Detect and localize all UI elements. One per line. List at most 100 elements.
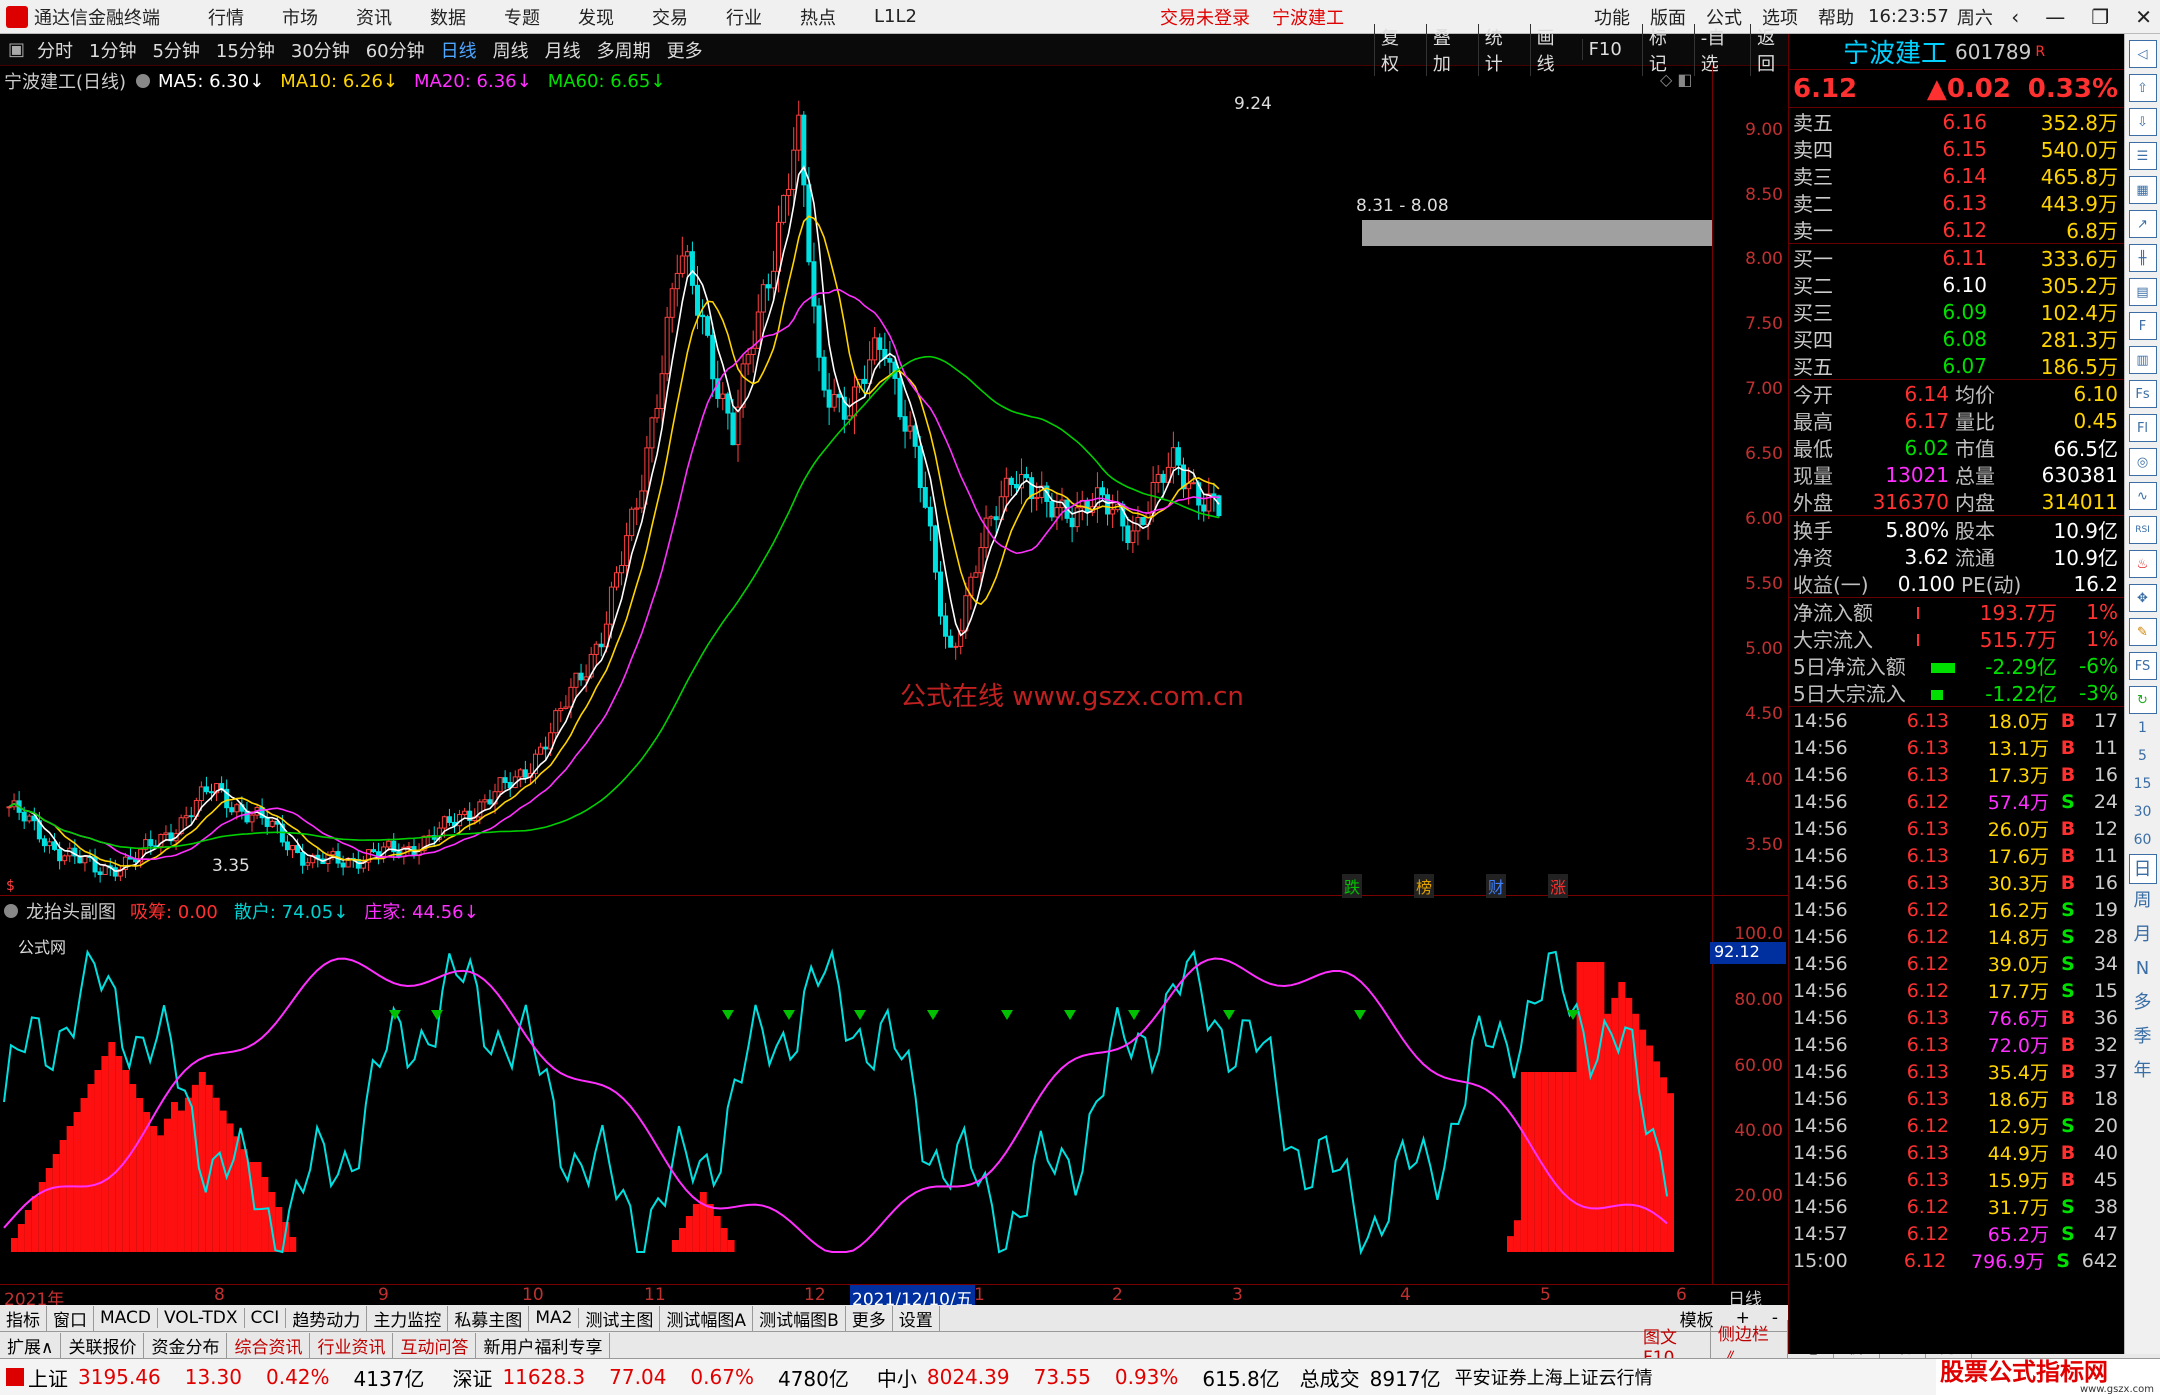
candle-body[interactable]	[836, 393, 842, 398]
candle-body[interactable]	[1175, 447, 1181, 466]
kline-plot-area[interactable]	[0, 90, 1712, 896]
candle-body[interactable]	[330, 851, 336, 856]
candle-body[interactable]	[902, 416, 908, 432]
candle-body[interactable]	[608, 586, 614, 625]
candle-body[interactable]	[1013, 484, 1019, 489]
candle-body[interactable]	[760, 284, 766, 313]
candle-body[interactable]	[872, 337, 878, 361]
tab-gengduo[interactable]: 更多	[846, 1305, 893, 1331]
candle-body[interactable]	[917, 445, 923, 489]
restore-icon[interactable]: ❐	[2091, 5, 2109, 29]
candle-body[interactable]	[1069, 517, 1075, 528]
candle-body[interactable]	[264, 817, 270, 827]
candle-body[interactable]	[634, 507, 640, 510]
layout-toggle-icon[interactable]: ▣	[8, 39, 25, 60]
candle-body[interactable]	[290, 845, 295, 851]
candle-body[interactable]	[922, 487, 928, 508]
candle-body[interactable]	[1130, 530, 1136, 544]
period-60min[interactable]: 60分钟	[366, 37, 425, 63]
candle-body[interactable]	[639, 490, 645, 509]
period-30min[interactable]: 30分钟	[291, 37, 350, 63]
tab-chuangkou[interactable]: 窗口	[47, 1305, 94, 1331]
candle-body[interactable]	[371, 849, 376, 853]
candle-body[interactable]	[198, 786, 204, 802]
arrow-down-icon[interactable]: ⇩	[2128, 108, 2157, 136]
candle-body[interactable]	[62, 855, 68, 862]
candle-body[interactable]	[765, 284, 771, 289]
tab-zhibiao[interactable]: 指标	[0, 1305, 47, 1331]
candle-body[interactable]	[487, 799, 493, 805]
candle-body[interactable]	[82, 855, 88, 864]
candle-body[interactable]	[897, 377, 903, 418]
candle-body[interactable]	[229, 807, 235, 813]
bid-row[interactable]: 买五 6.07 186.5万	[1789, 352, 2124, 380]
candle-body[interactable]	[1054, 507, 1060, 518]
candle-body[interactable]	[710, 334, 716, 380]
action-f10[interactable]: F10	[1581, 39, 1628, 60]
candle-body[interactable]	[573, 672, 579, 688]
sub-indicator-chart[interactable]: 龙抬头副图 吸筹: 0.00 散户: 74.05↓ 庄家: 44.56↓ 公式网…	[0, 896, 1788, 1284]
candle-body[interactable]	[234, 804, 240, 813]
tab-ceshi-b[interactable]: 测试幅图B	[753, 1305, 846, 1331]
candle-body[interactable]	[1008, 477, 1014, 486]
candle-body[interactable]	[1170, 447, 1176, 468]
fs-icon[interactable]: Fs	[2128, 380, 2157, 408]
period-60-button[interactable]: 60	[2129, 826, 2157, 854]
tab-zonghe[interactable]: 综合资讯	[227, 1332, 311, 1358]
candle-body[interactable]	[770, 270, 776, 289]
back-icon[interactable]: ‹	[2011, 5, 2019, 29]
tab-ceshizhu[interactable]: 测试主图	[579, 1305, 661, 1331]
bid-row[interactable]: 买二 6.10 305.2万	[1789, 271, 2124, 299]
candle-body[interactable]	[614, 572, 619, 588]
circle-icon[interactable]: ◎	[2128, 448, 2157, 476]
candle-body[interactable]	[791, 149, 797, 190]
tab-hangye-zixun[interactable]: 行业资讯	[310, 1332, 394, 1358]
candle-body[interactable]	[305, 862, 311, 866]
period-weekly[interactable]: 周线	[493, 37, 529, 63]
candle-body[interactable]	[887, 358, 893, 363]
candle-body[interactable]	[406, 846, 412, 849]
wave-icon[interactable]: ∿	[2128, 482, 2157, 510]
candle-body[interactable]	[1216, 495, 1222, 517]
ask-row[interactable]: 卖二 6.13 443.9万	[1789, 189, 2124, 217]
candle-body[interactable]	[932, 525, 938, 573]
candle-body[interactable]	[973, 572, 979, 578]
candle-body[interactable]	[1201, 504, 1207, 512]
f10-icon[interactable]: F	[2128, 312, 2157, 340]
candle-body[interactable]	[927, 506, 933, 527]
candle-body[interactable]	[97, 871, 103, 876]
candle-body[interactable]	[740, 363, 746, 408]
candle-body[interactable]	[983, 517, 989, 549]
candle-body[interactable]	[695, 284, 700, 316]
main-kline-chart[interactable]: 宁波建工(日线) MA5: 6.30↓ MA10: 6.26↓ MA20: 6.…	[0, 66, 1788, 898]
index-label[interactable]: 深证	[452, 1363, 492, 1392]
candle-body[interactable]	[593, 643, 599, 655]
period-week-button[interactable]: 周	[2129, 884, 2157, 918]
candle-body[interactable]	[877, 337, 883, 350]
period-monthly[interactable]: 月线	[545, 37, 581, 63]
ask-row[interactable]: 卖四 6.15 540.0万	[1789, 135, 2124, 163]
menu-item-faxian[interactable]: 发现	[578, 4, 614, 30]
rsi-icon[interactable]: RSI	[2128, 516, 2157, 544]
candle-body[interactable]	[6, 806, 12, 809]
candle-body[interactable]	[209, 791, 214, 794]
period-year-button[interactable]: 年	[2129, 1054, 2157, 1088]
candle-body[interactable]	[1125, 525, 1131, 544]
period-multi-button[interactable]: 多	[2129, 986, 2157, 1020]
candle-body[interactable]	[776, 221, 781, 272]
candle-body[interactable]	[750, 347, 756, 355]
candle-body[interactable]	[553, 710, 559, 734]
candle-body[interactable]	[441, 816, 447, 829]
menu-item-shichang[interactable]: 市场	[282, 4, 318, 30]
bid-row[interactable]: 买四 6.08 281.3万	[1789, 325, 2124, 353]
candle-body[interactable]	[629, 508, 635, 537]
chart-corner-icons[interactable]: ◇ ◧	[1660, 70, 1693, 89]
move-icon[interactable]: ✥	[2128, 584, 2157, 612]
candle-body[interactable]	[269, 820, 275, 827]
settings-dot-icon[interactable]	[136, 74, 151, 88]
menu-item-zhuanti[interactable]: 专题	[504, 4, 540, 30]
period-5-button[interactable]: 5	[2129, 742, 2157, 770]
candle-body[interactable]	[1084, 500, 1090, 513]
period-multi[interactable]: 多周期	[597, 37, 651, 63]
tab-ceshi-a[interactable]: 测试幅图A	[660, 1305, 754, 1331]
